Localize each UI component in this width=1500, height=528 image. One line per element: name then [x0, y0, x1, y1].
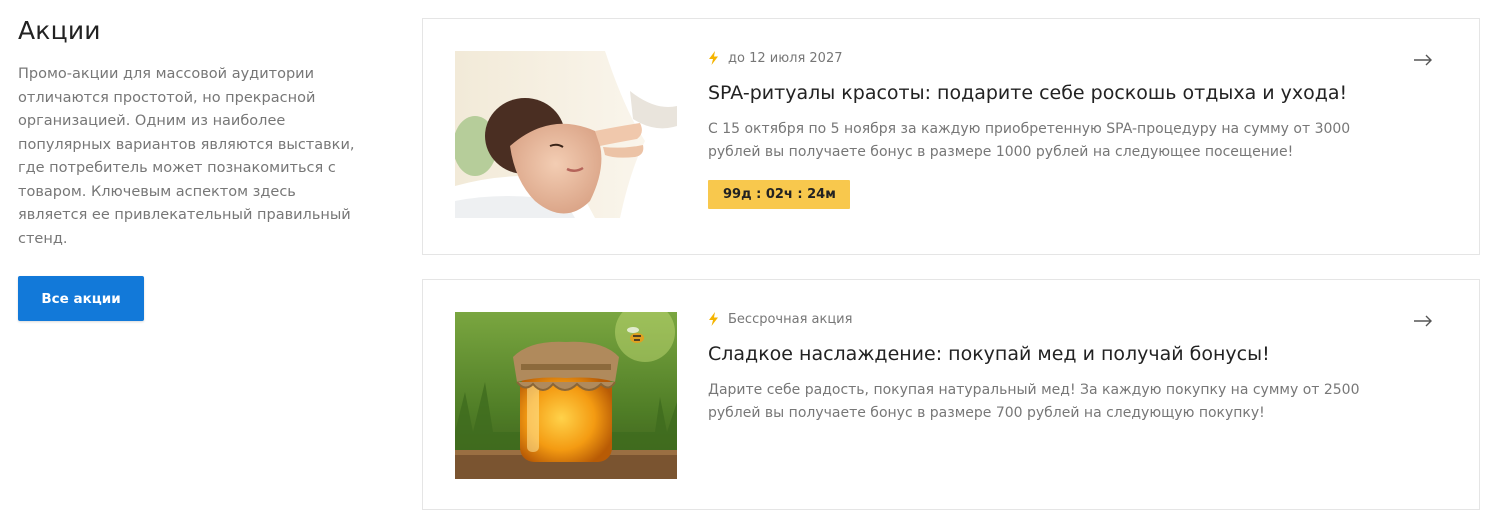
promo-intro: Акции Промо-акции для массовой аудитории…	[18, 16, 363, 251]
countdown-timer: 99д : 02ч : 24м	[708, 180, 850, 209]
all-promos-button[interactable]: Все акции	[18, 276, 144, 321]
arrow-right-icon[interactable]	[1413, 53, 1433, 67]
promo-title[interactable]: Сладкое наслаждение: покупай мед и получ…	[708, 343, 1388, 365]
promo-description: Дарите себе радость, покупая натуральный…	[708, 382, 1360, 421]
spa-massage-photo	[455, 51, 677, 218]
lightning-icon	[709, 312, 718, 326]
promo-title[interactable]: SPA-ритуалы красоты: подарите себе роско…	[708, 82, 1388, 104]
promo-date: до 12 июля 2027	[728, 50, 843, 66]
promo-description: С 15 октября по 5 ноября за каждую приоб…	[708, 121, 1351, 160]
promo-meta: Бессрочная акция	[708, 311, 1388, 327]
section-description: Промо-акции для массовой аудитории отлич…	[18, 66, 355, 247]
arrow-right-icon[interactable]	[1413, 314, 1433, 328]
promo-status: Бессрочная акция	[728, 311, 853, 327]
section-title: Акции	[18, 16, 101, 45]
lightning-icon	[709, 51, 718, 65]
promo-card[interactable]: Бессрочная акция Сладкое наслаждение: по…	[422, 279, 1480, 510]
honey-jar-photo	[455, 312, 677, 479]
promo-card[interactable]: до 12 июля 2027 SPA-ритуалы красоты: под…	[422, 18, 1480, 255]
promo-meta: до 12 июля 2027	[708, 50, 1388, 66]
